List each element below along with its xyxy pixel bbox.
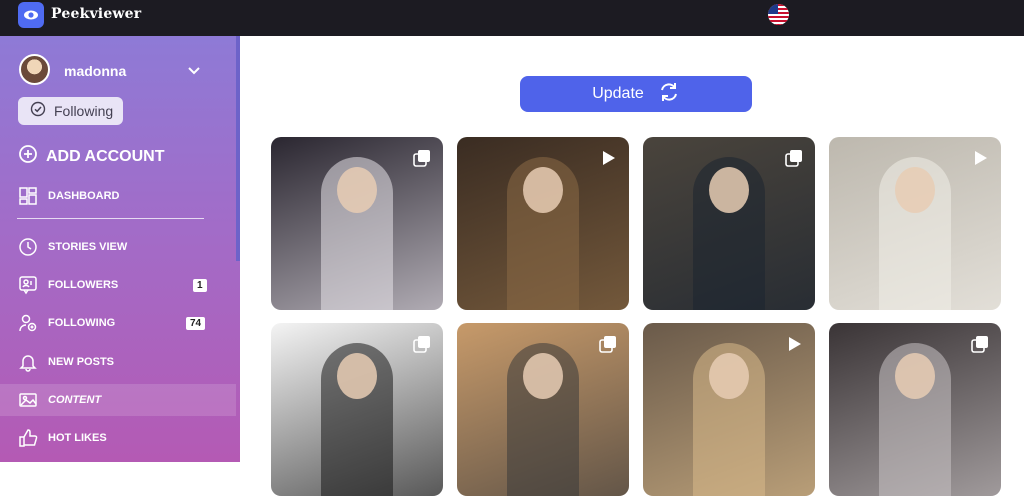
sidebar: madonna Following ADD ACCOUNT DASHBOARD … <box>0 36 240 462</box>
username[interactable]: madonna <box>64 63 126 79</box>
post-thumbnail[interactable] <box>643 137 815 310</box>
dashboard-icon <box>18 186 38 206</box>
brand-name[interactable]: Peekviewer <box>51 6 141 22</box>
sidebar-item-stories-view[interactable]: STORIES VIEW <box>0 231 236 263</box>
divider <box>17 218 204 219</box>
sidebar-item-label: CONTENT <box>48 394 102 406</box>
post-thumbnail[interactable] <box>457 137 629 310</box>
following-count-badge: 74 <box>186 317 206 330</box>
check-circle-icon <box>30 101 46 122</box>
us-flag-icon[interactable] <box>768 4 789 25</box>
sidebar-scrollbar[interactable] <box>236 36 240 261</box>
followers-icon <box>18 275 38 295</box>
sidebar-item-label: NEW POSTS <box>48 356 115 368</box>
post-thumbnail[interactable] <box>271 323 443 496</box>
post-thumbnail[interactable] <box>457 323 629 496</box>
sidebar-item-new-posts[interactable]: NEW POSTS <box>0 346 236 378</box>
clock-icon <box>18 237 38 257</box>
following-icon <box>18 313 38 333</box>
followers-count-badge: 1 <box>193 279 207 292</box>
photo-face <box>523 353 563 399</box>
photo-face <box>337 167 377 213</box>
carousel-icon <box>971 335 989 353</box>
sidebar-item-label: STORIES VIEW <box>48 241 128 253</box>
play-icon <box>599 149 617 167</box>
photo-face <box>337 353 377 399</box>
following-label: Following <box>54 103 114 119</box>
eye-icon[interactable] <box>18 2 44 28</box>
update-label: Update <box>592 85 644 102</box>
photo-face <box>709 167 749 213</box>
carousel-icon <box>785 149 803 167</box>
profile-switcher[interactable] <box>19 54 50 85</box>
carousel-icon <box>413 335 431 353</box>
add-account-button[interactable]: ADD ACCOUNT <box>18 144 165 169</box>
photo-face <box>709 353 749 399</box>
add-account-label: ADD ACCOUNT <box>46 147 165 165</box>
sidebar-item-dashboard[interactable]: DASHBOARD <box>0 180 236 212</box>
top-bar: Peekviewer <box>0 0 1024 36</box>
carousel-icon <box>599 335 617 353</box>
following-button[interactable]: Following <box>18 97 123 125</box>
post-thumbnail[interactable] <box>643 323 815 496</box>
avatar[interactable] <box>19 54 50 85</box>
play-icon <box>785 335 803 353</box>
refresh-icon <box>658 81 680 108</box>
photo-face <box>895 167 935 213</box>
thumbs-up-icon <box>18 428 38 448</box>
carousel-icon <box>413 149 431 167</box>
sidebar-item-label: HOT LIKES <box>48 432 107 444</box>
post-thumbnail[interactable] <box>829 323 1001 496</box>
plus-circle-icon <box>18 144 38 169</box>
update-button[interactable]: Update <box>520 76 752 112</box>
photo-face <box>895 353 935 399</box>
sidebar-item-hot-likes[interactable]: HOT LIKES <box>0 422 236 454</box>
sidebar-item-label: FOLLOWERS <box>48 279 119 291</box>
sidebar-item-label: DASHBOARD <box>48 190 120 202</box>
bell-icon <box>18 352 38 372</box>
post-thumbnail[interactable] <box>829 137 1001 310</box>
chevron-down-icon[interactable] <box>186 62 202 78</box>
photo-face <box>523 167 563 213</box>
play-icon <box>971 149 989 167</box>
sidebar-item-label: FOLLOWING <box>48 317 116 329</box>
post-thumbnail[interactable] <box>271 137 443 310</box>
image-icon <box>18 390 38 410</box>
sidebar-item-content[interactable]: CONTENT <box>0 384 236 416</box>
